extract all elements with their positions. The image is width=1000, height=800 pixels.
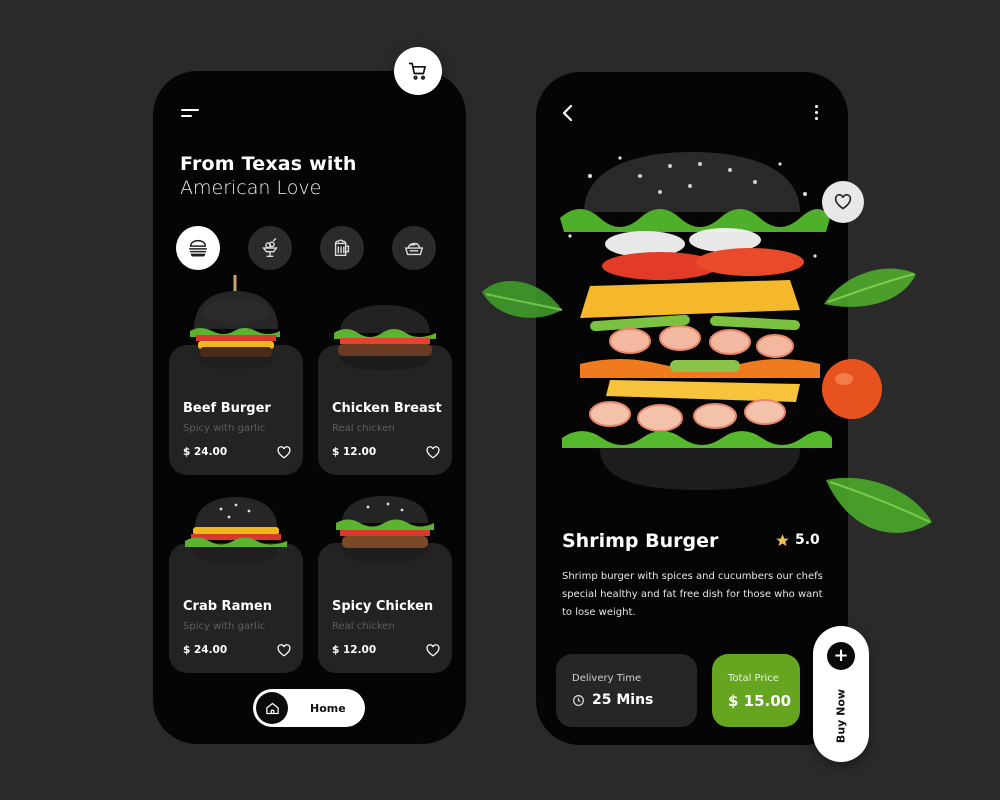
cart-button[interactable] xyxy=(394,47,442,95)
home-icon xyxy=(256,692,288,724)
delivery-value: 25 Mins xyxy=(592,692,654,708)
floating-leaf-icon xyxy=(826,477,932,533)
burger-image xyxy=(336,496,434,563)
price-value: $ 15.00 xyxy=(728,692,792,710)
burger-image xyxy=(190,275,280,369)
product-desc: Real chicken xyxy=(332,621,395,632)
heart-icon[interactable] xyxy=(277,446,291,459)
back-arrow-icon[interactable] xyxy=(561,104,573,122)
product-name: Chicken Breast xyxy=(332,401,442,416)
beer-icon xyxy=(334,239,350,257)
burger-icon xyxy=(189,239,207,257)
heart-icon[interactable] xyxy=(277,644,291,657)
floating-tomato-icon xyxy=(822,359,882,419)
product-price: $ 24.00 xyxy=(183,446,228,458)
headline-line2: American Love xyxy=(180,177,322,199)
product-title: Shrimp Burger xyxy=(562,530,719,552)
product-name: Spicy Chicken xyxy=(332,599,434,614)
cart-icon xyxy=(408,62,426,80)
favorite-button[interactable] xyxy=(822,181,864,223)
delivery-value-row: 25 Mins xyxy=(572,692,653,708)
product-name: Beef Burger xyxy=(183,401,271,416)
burger-image xyxy=(334,305,436,370)
product-card[interactable]: Beef Burger Spicy with garlic $ 24.00 xyxy=(169,275,303,475)
total-price-box: Total Price $ 15.00 xyxy=(712,654,800,727)
category-bread[interactable] xyxy=(392,226,436,270)
product-description: Shrimp burger with spices and cucumbers … xyxy=(562,571,823,618)
delivery-label: Delivery Time xyxy=(572,673,642,684)
delivery-time-box: Delivery Time 25 Mins xyxy=(556,654,697,727)
product-desc: Spicy with garlic xyxy=(183,621,266,632)
home-label: Home xyxy=(310,701,346,715)
more-options-icon[interactable] xyxy=(815,105,819,123)
clock-icon xyxy=(573,694,584,706)
rating-value: 5.0 xyxy=(795,532,820,548)
product-desc: Real chicken xyxy=(332,423,395,434)
product-card[interactable]: Chicken Breast Real chicken $ 12.00 xyxy=(318,305,452,475)
right-phone-screen: Shrimp Burger 5.0 Shrimp burger with spi… xyxy=(536,72,848,745)
star-icon xyxy=(776,533,789,546)
floating-leaf-icon xyxy=(824,268,916,307)
heart-icon[interactable] xyxy=(426,644,440,657)
headline: From Texas with American Love xyxy=(180,153,357,199)
product-card[interactable]: Crab Ramen Spicy with garlic $ 24.00 xyxy=(169,497,303,673)
hamburger-menu-icon[interactable] xyxy=(181,109,201,121)
product-price: $ 24.00 xyxy=(183,644,228,656)
heart-icon[interactable] xyxy=(426,446,440,459)
category-ice-cream[interactable] xyxy=(248,226,292,270)
category-beer[interactable] xyxy=(320,226,364,270)
product-price: $ 12.00 xyxy=(332,446,377,458)
headline-line1: From Texas with xyxy=(180,153,357,175)
buy-now-button[interactable]: + Buy Now xyxy=(813,626,869,762)
plus-icon: + xyxy=(827,642,855,670)
product-name: Crab Ramen xyxy=(183,599,272,614)
product-price: $ 12.00 xyxy=(332,644,377,656)
bread-basket-icon xyxy=(404,242,424,256)
rating: 5.0 xyxy=(775,532,820,548)
left-phone-screen: From Texas with American Love Beef Burge… xyxy=(153,71,466,744)
heart-icon xyxy=(834,194,852,210)
product-card[interactable]: Spicy Chicken Real chicken $ 12.00 xyxy=(318,496,452,673)
burger-image xyxy=(185,497,287,563)
home-nav-button[interactable]: Home xyxy=(253,689,365,727)
shrimp-burger-image xyxy=(560,152,832,490)
price-label: Total Price xyxy=(728,673,779,684)
product-desc: Spicy with garlic xyxy=(183,423,266,434)
category-burger[interactable] xyxy=(176,226,220,270)
floating-leaf-icon xyxy=(482,280,563,318)
ice-cream-icon xyxy=(262,238,278,257)
buy-now-label: Buy Now xyxy=(834,688,848,744)
